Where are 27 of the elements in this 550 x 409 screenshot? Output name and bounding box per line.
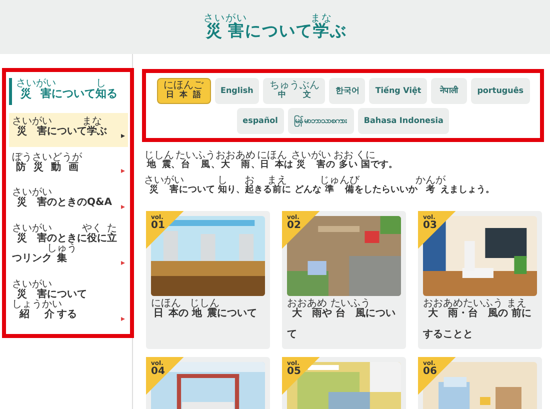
sidebar-item[interactable]: 災害 さいがい について学 まな ぶ — [9, 113, 128, 146]
sidebar-item[interactable]: 災害 さいがい のときに役 やく に立 た つリンク 集 しゅう — [9, 220, 128, 274]
sidebar-item[interactable]: 防災動画 ぼうさいどうが — [9, 148, 128, 182]
article-title: 大雨 おおあめ や 台風 たいふう について — [287, 298, 396, 342]
language-button[interactable]: English — [214, 78, 260, 104]
intro-text: 地震 じしん 、台風 たいふう 、大雨 おおあめ 、日本 にほん は 災害 さいがい の 多 おお い 国 くに です。 — [144, 150, 398, 172]
language-button[interactable]: português — [471, 78, 530, 104]
language-button[interactable]: 한국어 — [329, 78, 366, 104]
caret-icon — [121, 316, 125, 320]
caret-icon — [121, 204, 125, 208]
language-button[interactable]: Bahasa Indonesia — [358, 108, 450, 134]
language-button[interactable]: မြန်မာဘာသာစကား — [288, 108, 354, 134]
language-button[interactable]: नेपाली — [431, 78, 468, 104]
article-title: 大雨 おおあめ ・台風 たいふう の 前 まえ にすることと — [423, 298, 532, 342]
language-button[interactable]: 日本語 にほんご — [156, 78, 210, 104]
sidebar-item[interactable]: 災害 さいがい のときのQ&A — [9, 184, 128, 218]
language-button[interactable]: Tiếng Việt — [369, 78, 428, 104]
page-title: 災害 さいがい について学 まな ぶ — [203, 12, 347, 42]
caret-icon — [121, 169, 125, 173]
sidebar-heading: 災害 さいがい について知 し る — [9, 78, 128, 105]
language-button[interactable]: 中文 ちゅうぶん — [263, 78, 326, 104]
sidebar-item[interactable]: 災害 さいがい について 紹介 しょうかい する — [9, 276, 128, 330]
intro-text: 災害 さいがい について 知 し り、起 お きる前 まえ に どんな 準備 じゅんび をしたらいいか 考 かんが えましょう。 — [144, 175, 496, 198]
language-button[interactable]: español — [236, 108, 284, 134]
article-title: 日本 にほん の 地震 じしん について — [151, 298, 258, 321]
caret-icon — [121, 134, 125, 138]
caret-icon — [121, 260, 125, 264]
